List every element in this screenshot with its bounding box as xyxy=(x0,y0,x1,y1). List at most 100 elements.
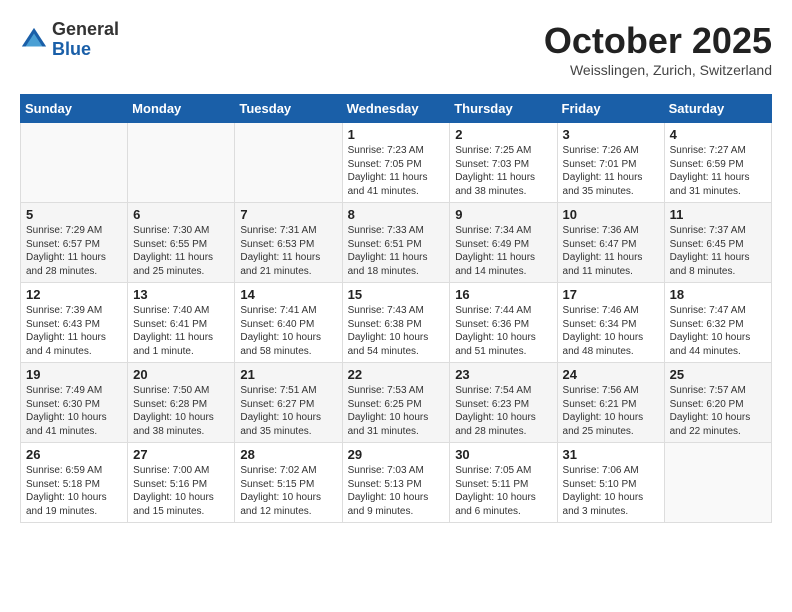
day-number: 8 xyxy=(348,207,445,222)
day-number: 11 xyxy=(670,207,766,222)
table-row: 15Sunrise: 7:43 AM Sunset: 6:38 PM Dayli… xyxy=(342,283,450,363)
calendar-week-row: 5 Sunrise: 7:29 AM Sunset: 6:57 PM Daylig… xyxy=(21,203,772,283)
table-row: 8 Sunrise: 7:33 AM Sunset: 6:51 PM Daylig… xyxy=(342,203,450,283)
day-info: Sunrise: 7:44 AM Sunset: 6:36 PM Dayligh… xyxy=(455,304,551,358)
table-row: 12 Sunrise: 7:39 AM Sunset: 6:43 PM Dayli… xyxy=(21,283,128,363)
day-number: 1 xyxy=(348,127,445,142)
day-info: Sunrise: 7:03 AM Sunset: 5:13 PM Dayligh… xyxy=(348,464,445,518)
day-info: Sunrise: 7:27 AM Sunset: 6:59 PM Dayligh… xyxy=(670,144,766,198)
day-number: 3 xyxy=(563,127,659,142)
day-number: 7 xyxy=(240,207,336,222)
table-row: 26Sunrise: 6:59 AM Sunset: 5:18 PM Dayli… xyxy=(21,443,128,523)
day-info: Sunrise: 7:40 AM Sunset: 6:41 PM Dayligh… xyxy=(133,304,229,358)
day-info: Sunrise: 7:51 AM Sunset: 6:27 PM Dayligh… xyxy=(240,384,336,438)
day-number: 10 xyxy=(563,207,659,222)
day-info: Sunrise: 7:54 AM Sunset: 6:23 PM Dayligh… xyxy=(455,384,551,438)
weekday-header-thursday: Thursday xyxy=(450,95,557,123)
logo-blue-text: Blue xyxy=(52,40,119,60)
table-row: 10 Sunrise: 7:36 AM Sunset: 6:47 PM Dayli… xyxy=(557,203,664,283)
day-info: Sunrise: 7:36 AM Sunset: 6:47 PM Dayligh… xyxy=(563,224,659,278)
table-row: 3 Sunrise: 7:26 AM Sunset: 7:01 PM Daylig… xyxy=(557,123,664,203)
logo-text: General Blue xyxy=(52,20,119,60)
day-info: Sunrise: 7:30 AM Sunset: 6:55 PM Dayligh… xyxy=(133,224,229,278)
title-block: October 2025 Weisslingen, Zurich, Switze… xyxy=(544,20,772,78)
day-number: 20 xyxy=(133,367,229,382)
table-row: 2 Sunrise: 7:25 AM Sunset: 7:03 PM Daylig… xyxy=(450,123,557,203)
weekday-header-monday: Monday xyxy=(128,95,235,123)
day-number: 22 xyxy=(348,367,445,382)
calendar-table: SundayMondayTuesdayWednesdayThursdayFrid… xyxy=(20,94,772,523)
calendar-week-row: 1Sunrise: 7:23 AM Sunset: 7:05 PM Daylig… xyxy=(21,123,772,203)
day-info: Sunrise: 7:05 AM Sunset: 5:11 PM Dayligh… xyxy=(455,464,551,518)
day-info: Sunrise: 7:34 AM Sunset: 6:49 PM Dayligh… xyxy=(455,224,551,278)
day-number: 23 xyxy=(455,367,551,382)
day-number: 28 xyxy=(240,447,336,462)
day-info: Sunrise: 7:00 AM Sunset: 5:16 PM Dayligh… xyxy=(133,464,229,518)
calendar-week-row: 12 Sunrise: 7:39 AM Sunset: 6:43 PM Dayli… xyxy=(21,283,772,363)
day-info: Sunrise: 7:37 AM Sunset: 6:45 PM Dayligh… xyxy=(670,224,766,278)
day-number: 19 xyxy=(26,367,122,382)
day-number: 5 xyxy=(26,207,122,222)
table-row: 25Sunrise: 7:57 AM Sunset: 6:20 PM Dayli… xyxy=(664,363,771,443)
table-row: 13 Sunrise: 7:40 AM Sunset: 6:41 PM Dayli… xyxy=(128,283,235,363)
table-row: 29Sunrise: 7:03 AM Sunset: 5:13 PM Dayli… xyxy=(342,443,450,523)
table-row: 6 Sunrise: 7:30 AM Sunset: 6:55 PM Daylig… xyxy=(128,203,235,283)
day-info: Sunrise: 7:53 AM Sunset: 6:25 PM Dayligh… xyxy=(348,384,445,438)
day-number: 14 xyxy=(240,287,336,302)
day-number: 4 xyxy=(670,127,766,142)
day-number: 16 xyxy=(455,287,551,302)
day-info: Sunrise: 7:56 AM Sunset: 6:21 PM Dayligh… xyxy=(563,384,659,438)
day-number: 13 xyxy=(133,287,229,302)
day-number: 6 xyxy=(133,207,229,222)
table-row xyxy=(21,123,128,203)
day-number: 26 xyxy=(26,447,122,462)
day-number: 31 xyxy=(563,447,659,462)
table-row: 23 Sunrise: 7:54 AM Sunset: 6:23 PM Dayli… xyxy=(450,363,557,443)
day-number: 2 xyxy=(455,127,551,142)
logo-general-text: General xyxy=(52,20,119,40)
logo: General Blue xyxy=(20,20,119,60)
table-row: 1Sunrise: 7:23 AM Sunset: 7:05 PM Daylig… xyxy=(342,123,450,203)
day-info: Sunrise: 7:06 AM Sunset: 5:10 PM Dayligh… xyxy=(563,464,659,518)
table-row: 30Sunrise: 7:05 AM Sunset: 5:11 PM Dayli… xyxy=(450,443,557,523)
day-number: 9 xyxy=(455,207,551,222)
table-row xyxy=(128,123,235,203)
table-row: 19 Sunrise: 7:49 AM Sunset: 6:30 PM Dayli… xyxy=(21,363,128,443)
table-row: 5 Sunrise: 7:29 AM Sunset: 6:57 PM Daylig… xyxy=(21,203,128,283)
table-row: 22 Sunrise: 7:53 AM Sunset: 6:25 PM Dayli… xyxy=(342,363,450,443)
day-info: Sunrise: 7:39 AM Sunset: 6:43 PM Dayligh… xyxy=(26,304,122,358)
logo-icon xyxy=(20,26,48,54)
table-row: 28Sunrise: 7:02 AM Sunset: 5:15 PM Dayli… xyxy=(235,443,342,523)
table-row: 14 Sunrise: 7:41 AM Sunset: 6:40 PM Dayli… xyxy=(235,283,342,363)
day-info: Sunrise: 7:26 AM Sunset: 7:01 PM Dayligh… xyxy=(563,144,659,198)
weekday-header-wednesday: Wednesday xyxy=(342,95,450,123)
day-info: Sunrise: 7:33 AM Sunset: 6:51 PM Dayligh… xyxy=(348,224,445,278)
day-info: Sunrise: 7:29 AM Sunset: 6:57 PM Dayligh… xyxy=(26,224,122,278)
table-row: 4 Sunrise: 7:27 AM Sunset: 6:59 PM Daylig… xyxy=(664,123,771,203)
table-row: 18 Sunrise: 7:47 AM Sunset: 6:32 PM Dayli… xyxy=(664,283,771,363)
table-row: 11 Sunrise: 7:37 AM Sunset: 6:45 PM Dayli… xyxy=(664,203,771,283)
calendar-week-row: 19 Sunrise: 7:49 AM Sunset: 6:30 PM Dayli… xyxy=(21,363,772,443)
month-title: October 2025 xyxy=(544,20,772,62)
day-info: Sunrise: 7:57 AM Sunset: 6:20 PM Dayligh… xyxy=(670,384,766,438)
day-number: 17 xyxy=(563,287,659,302)
day-info: Sunrise: 7:41 AM Sunset: 6:40 PM Dayligh… xyxy=(240,304,336,358)
day-number: 24 xyxy=(563,367,659,382)
table-row: 31 Sunrise: 7:06 AM Sunset: 5:10 PM Dayli… xyxy=(557,443,664,523)
table-row: 7 Sunrise: 7:31 AM Sunset: 6:53 PM Daylig… xyxy=(235,203,342,283)
day-info: Sunrise: 7:47 AM Sunset: 6:32 PM Dayligh… xyxy=(670,304,766,358)
table-row: 21 Sunrise: 7:51 AM Sunset: 6:27 PM Dayli… xyxy=(235,363,342,443)
day-number: 12 xyxy=(26,287,122,302)
day-number: 21 xyxy=(240,367,336,382)
day-number: 18 xyxy=(670,287,766,302)
weekday-header-tuesday: Tuesday xyxy=(235,95,342,123)
day-number: 15 xyxy=(348,287,445,302)
day-info: Sunrise: 7:49 AM Sunset: 6:30 PM Dayligh… xyxy=(26,384,122,438)
table-row: 27Sunrise: 7:00 AM Sunset: 5:16 PM Dayli… xyxy=(128,443,235,523)
table-row: 24 Sunrise: 7:56 AM Sunset: 6:21 PM Dayli… xyxy=(557,363,664,443)
table-row: 9 Sunrise: 7:34 AM Sunset: 6:49 PM Daylig… xyxy=(450,203,557,283)
day-info: Sunrise: 7:31 AM Sunset: 6:53 PM Dayligh… xyxy=(240,224,336,278)
day-info: Sunrise: 7:25 AM Sunset: 7:03 PM Dayligh… xyxy=(455,144,551,198)
table-row xyxy=(664,443,771,523)
weekday-header-sunday: Sunday xyxy=(21,95,128,123)
